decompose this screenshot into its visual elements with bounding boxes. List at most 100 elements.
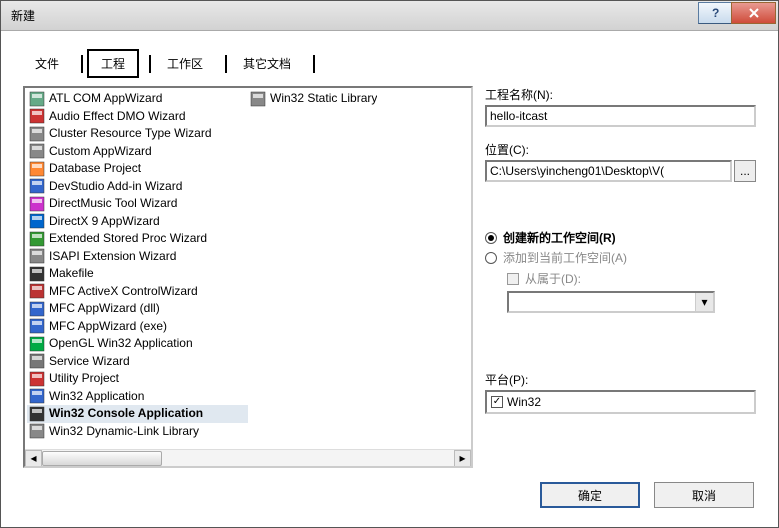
ext-icon: [29, 231, 45, 247]
form-panel: 工程名称(N): 位置(C): ... 创建新的工作空间(R) 添加到当前工作空…: [485, 86, 756, 468]
titlebar: 新建 ?: [1, 1, 778, 31]
template-label: Utility Project: [49, 370, 119, 388]
template-label: Database Project: [49, 160, 141, 178]
template-label: MFC AppWizard (exe): [49, 318, 167, 336]
template-item[interactable]: Cluster Resource Type Wizard: [27, 125, 248, 143]
template-item[interactable]: Makefile: [27, 265, 248, 283]
radio-create-workspace[interactable]: 创建新的工作空间(R): [485, 229, 756, 246]
tab-other-docs[interactable]: 其它文档: [231, 51, 303, 76]
project-name-input[interactable]: [485, 105, 756, 127]
console-icon: [29, 406, 45, 422]
template-item[interactable]: DirectX 9 AppWizard: [27, 213, 248, 231]
template-label: DirectMusic Tool Wizard: [49, 195, 177, 213]
help-button[interactable]: ?: [698, 2, 732, 24]
close-button[interactable]: [731, 2, 776, 24]
template-item[interactable]: Audio Effect DMO Wizard: [27, 108, 248, 126]
radio-create-icon: [485, 232, 497, 244]
location-input[interactable]: [485, 160, 732, 182]
platform-checkbox[interactable]: ✓: [491, 396, 503, 408]
lib-icon: [250, 91, 266, 107]
dependency-value: [509, 293, 695, 311]
ok-button[interactable]: 确定: [540, 482, 640, 508]
template-label: Custom AppWizard: [49, 143, 152, 161]
template-item[interactable]: ATL COM AppWizard: [27, 90, 248, 108]
template-label: Service Wizard: [49, 353, 130, 371]
platform-label: 平台(P):: [485, 371, 756, 388]
make-icon: [29, 266, 45, 282]
tab-projects[interactable]: 工程: [87, 49, 139, 78]
dialog-buttons: 确定 取消: [23, 482, 756, 508]
template-item[interactable]: Win32 Console Application: [27, 405, 248, 423]
custom-icon: [29, 143, 45, 159]
radio-add-label: 添加到当前工作空间(A): [503, 249, 627, 266]
template-item[interactable]: MFC AppWizard (dll): [27, 300, 248, 318]
template-label: ATL COM AppWizard: [49, 90, 162, 108]
scroll-thumb[interactable]: [42, 451, 162, 466]
template-item[interactable]: MFC ActiveX ControlWizard: [27, 283, 248, 301]
template-item[interactable]: Win32 Dynamic-Link Library: [27, 423, 248, 441]
template-item[interactable]: Win32 Application: [27, 388, 248, 406]
template-item[interactable]: ISAPI Extension Wizard: [27, 248, 248, 266]
template-label: DirectX 9 AppWizard: [49, 213, 160, 231]
audio-icon: [29, 108, 45, 124]
chevron-down-icon: ▾: [695, 293, 713, 311]
template-item[interactable]: MFC AppWizard (exe): [27, 318, 248, 336]
template-item[interactable]: Utility Project: [27, 370, 248, 388]
template-label: OpenGL Win32 Application: [49, 335, 193, 353]
template-label: ISAPI Extension Wizard: [49, 248, 176, 266]
cluster-icon: [29, 126, 45, 142]
template-label: Win32 Application: [49, 388, 144, 406]
template-item[interactable]: DevStudio Add-in Wizard: [27, 178, 248, 196]
cancel-button[interactable]: 取消: [654, 482, 754, 508]
horizontal-scrollbar[interactable]: ◂ ▸: [25, 449, 471, 466]
mfcax-icon: [29, 283, 45, 299]
scroll-left-arrow[interactable]: ◂: [25, 450, 42, 467]
template-item[interactable]: OpenGL Win32 Application: [27, 335, 248, 353]
template-list[interactable]: ATL COM AppWizardAudio Effect DMO Wizard…: [23, 86, 473, 468]
scroll-track[interactable]: [42, 450, 454, 467]
dependency-row: 从属于(D):: [507, 270, 756, 287]
template-label: Win32 Console Application: [49, 405, 203, 423]
isapi-icon: [29, 248, 45, 264]
system-buttons: ?: [699, 5, 776, 27]
service-icon: [29, 353, 45, 369]
template-label: Win32 Dynamic-Link Library: [49, 423, 199, 441]
template-label: Win32 Static Library: [270, 90, 377, 108]
radio-create-label: 创建新的工作空间(R): [503, 229, 616, 246]
svg-text:?: ?: [712, 7, 719, 19]
template-label: Audio Effect DMO Wizard: [49, 108, 186, 126]
util-icon: [29, 371, 45, 387]
opengl-icon: [29, 336, 45, 352]
platform-item-label: Win32: [507, 395, 541, 409]
tab-bar: 文件 工程 工作区 其它文档: [23, 49, 756, 78]
tab-workspaces[interactable]: 工作区: [155, 51, 215, 76]
radio-add-icon: [485, 252, 497, 264]
location-label: 位置(C):: [485, 141, 756, 158]
template-label: Cluster Resource Type Wizard: [49, 125, 212, 143]
window-title: 新建: [11, 7, 35, 24]
dmusic-icon: [29, 196, 45, 212]
mfcexe-icon: [29, 318, 45, 334]
tab-files[interactable]: 文件: [23, 51, 71, 76]
template-item[interactable]: Extended Stored Proc Wizard: [27, 230, 248, 248]
template-item[interactable]: DirectMusic Tool Wizard: [27, 195, 248, 213]
template-item[interactable]: Service Wizard: [27, 353, 248, 371]
template-label: Makefile: [49, 265, 94, 283]
scroll-right-arrow[interactable]: ▸: [454, 450, 471, 467]
mfcdll-icon: [29, 301, 45, 317]
template-item[interactable]: Custom AppWizard: [27, 143, 248, 161]
template-item[interactable]: Win32 Static Library: [248, 90, 469, 108]
dll-icon: [29, 423, 45, 439]
template-label: DevStudio Add-in Wizard: [49, 178, 182, 196]
project-name-label: 工程名称(N):: [485, 86, 756, 103]
addin-icon: [29, 178, 45, 194]
radio-add-workspace: 添加到当前工作空间(A): [485, 249, 756, 266]
dependency-label: 从属于(D):: [525, 270, 581, 287]
platform-list[interactable]: ✓ Win32: [485, 390, 756, 414]
dx-icon: [29, 213, 45, 229]
template-label: Extended Stored Proc Wizard: [49, 230, 207, 248]
atl-icon: [29, 91, 45, 107]
template-label: MFC ActiveX ControlWizard: [49, 283, 198, 301]
browse-button[interactable]: ...: [734, 160, 756, 182]
template-item[interactable]: Database Project: [27, 160, 248, 178]
